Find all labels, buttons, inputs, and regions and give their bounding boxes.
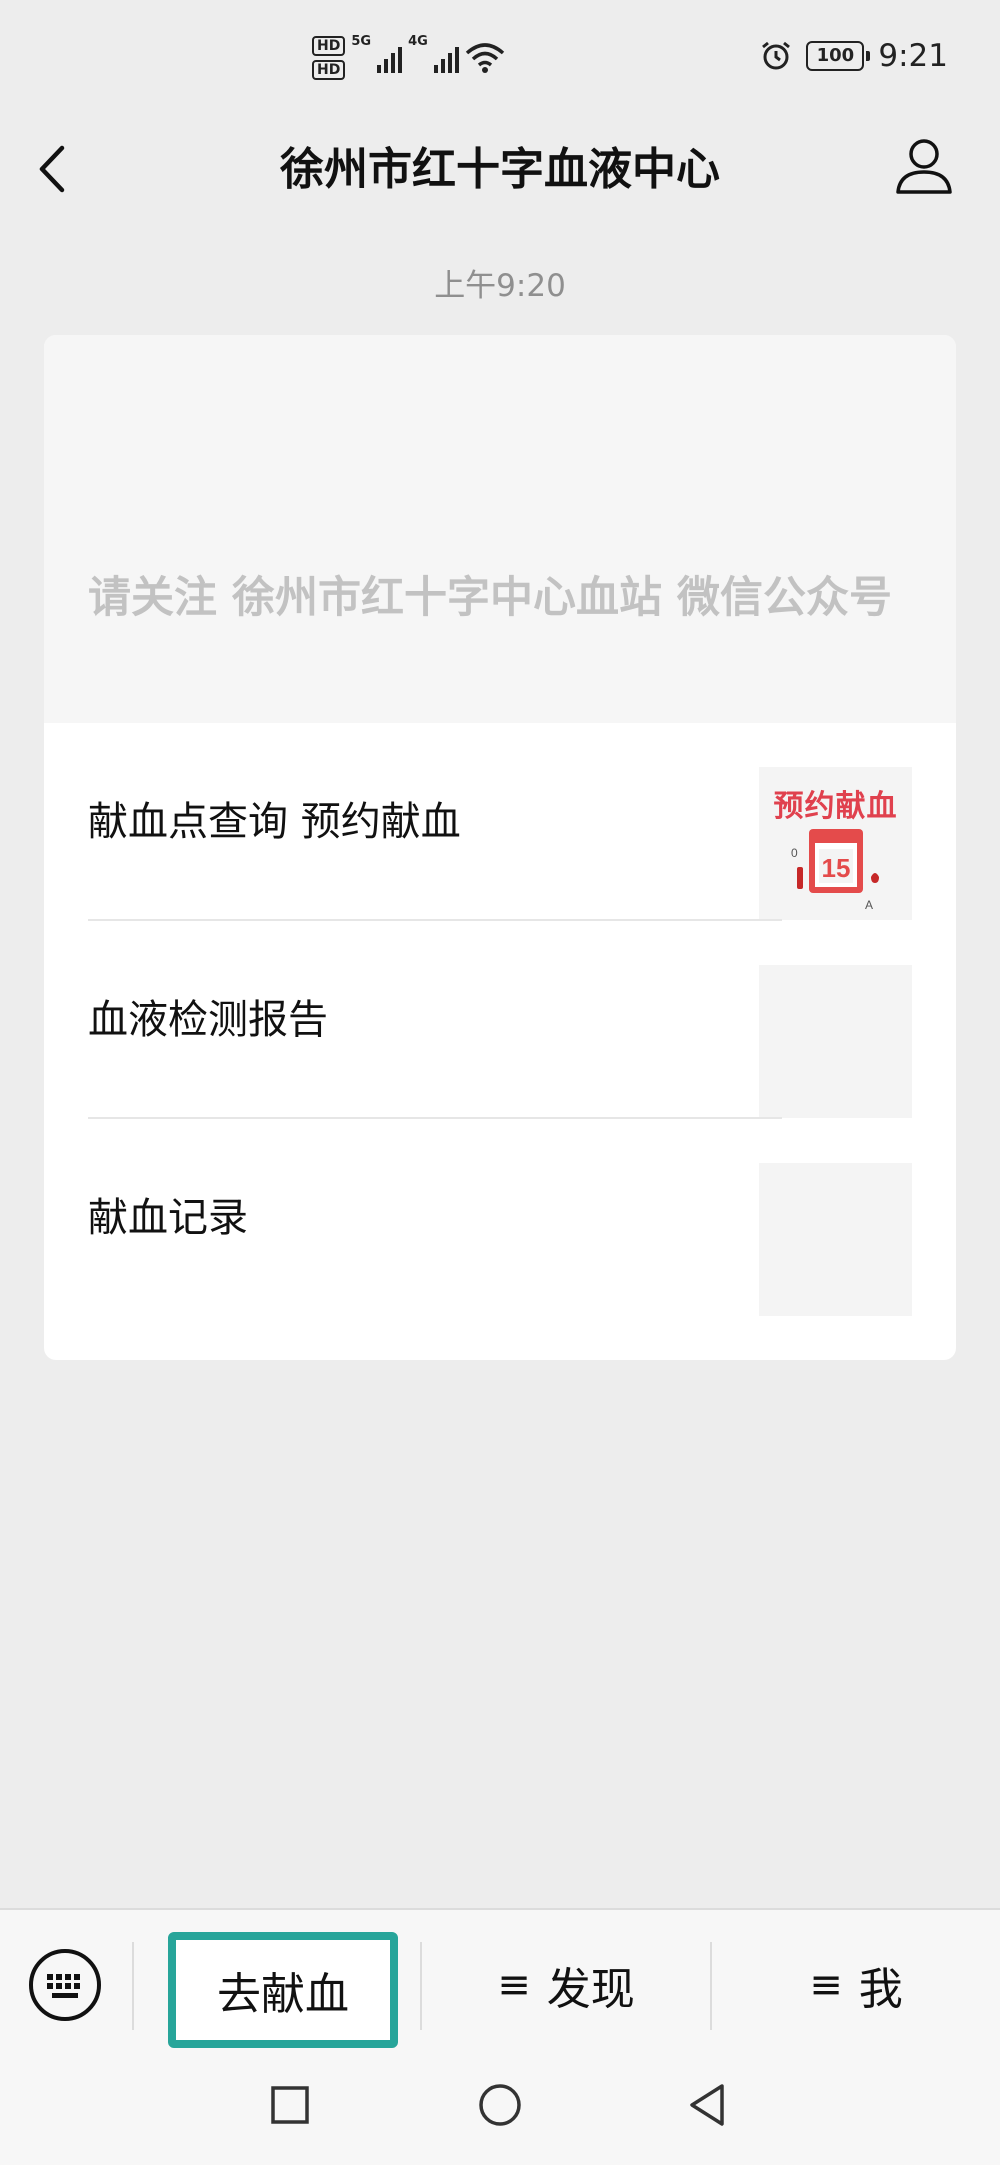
menu-icon: ≡	[809, 1962, 843, 2008]
menu-button-discover[interactable]: ≡ 发现	[422, 1910, 710, 2060]
wifi-icon	[465, 43, 504, 73]
card-header-text: 请关注 徐州市红十字中心血站 微信公众号	[88, 573, 892, 623]
signal-group: HD HD 5G 4G	[312, 30, 505, 86]
hd-badge-1: HD	[312, 36, 346, 56]
network-type-1: 5G	[351, 34, 372, 49]
menu-button-label: 发现	[546, 1964, 635, 2015]
status-time: 9:21	[878, 38, 948, 74]
menu-icon: ≡	[497, 1962, 531, 2008]
list-item-label: 血液检测报告	[88, 997, 328, 1043]
list-item-label: 献血记录	[88, 1195, 248, 1241]
system-nav-bar	[0, 2058, 1000, 2165]
menu-button-label: 我	[858, 1964, 903, 2015]
menu-button-donate[interactable]: 去献血	[168, 1932, 398, 2048]
bottom-menu: 去献血 ≡ 发现 ≡ 我	[0, 1908, 1000, 2058]
menu-button-label: 去献血	[217, 1969, 349, 2020]
svg-text:0: 0	[791, 846, 798, 860]
keyboard-icon[interactable]	[28, 1948, 102, 2022]
svg-text:A: A	[865, 898, 873, 912]
message-card: 请关注 徐州市红十字中心血站 微信公众号 献血点查询 预约献血 预约献血 15 …	[44, 335, 956, 1360]
status-bar: HD HD 5G 4G 100 9:21	[0, 0, 1000, 112]
card-header[interactable]: 请关注 徐州市红十字中心血站 微信公众号	[44, 335, 956, 723]
svg-text:15: 15	[822, 853, 851, 883]
blood-report-thumbnail	[759, 965, 912, 1118]
alarm-icon	[762, 41, 791, 70]
menu-separator	[132, 1942, 134, 2030]
menu-button-me[interactable]: ≡ 我	[712, 1910, 1000, 2060]
page-title: 徐州市红十字血液中心	[280, 144, 720, 195]
list-item-appointment[interactable]: 献血点查询 预约献血 预约献血 15 A 0	[44, 723, 956, 921]
signal-icon	[433, 43, 459, 73]
network-type-2: 4G	[408, 34, 428, 49]
profile-icon[interactable]	[888, 130, 960, 202]
circle-icon[interactable]	[476, 2082, 524, 2128]
signal-icon	[377, 43, 403, 73]
triangle-back-icon[interactable]	[686, 2082, 730, 2128]
list-item-donation-record[interactable]: 献血记录	[44, 1119, 956, 1317]
hd-badge-2: HD	[312, 60, 346, 80]
donation-record-thumbnail	[759, 1163, 912, 1316]
battery-icon: 100	[806, 41, 871, 71]
list-item-label: 献血点查询 预约献血	[88, 799, 461, 845]
list-item-blood-report[interactable]: 血液检测报告	[44, 921, 956, 1119]
calendar-icon: 15 A 0	[791, 829, 879, 912]
message-timestamp: 上午9:20	[434, 268, 566, 304]
square-icon[interactable]	[270, 2082, 310, 2128]
back-arrow-icon[interactable]	[32, 134, 72, 204]
nav-bar: 徐州市红十字血液中心	[0, 112, 1000, 228]
appointment-thumbnail: 预约献血 15 A 0	[759, 767, 912, 920]
